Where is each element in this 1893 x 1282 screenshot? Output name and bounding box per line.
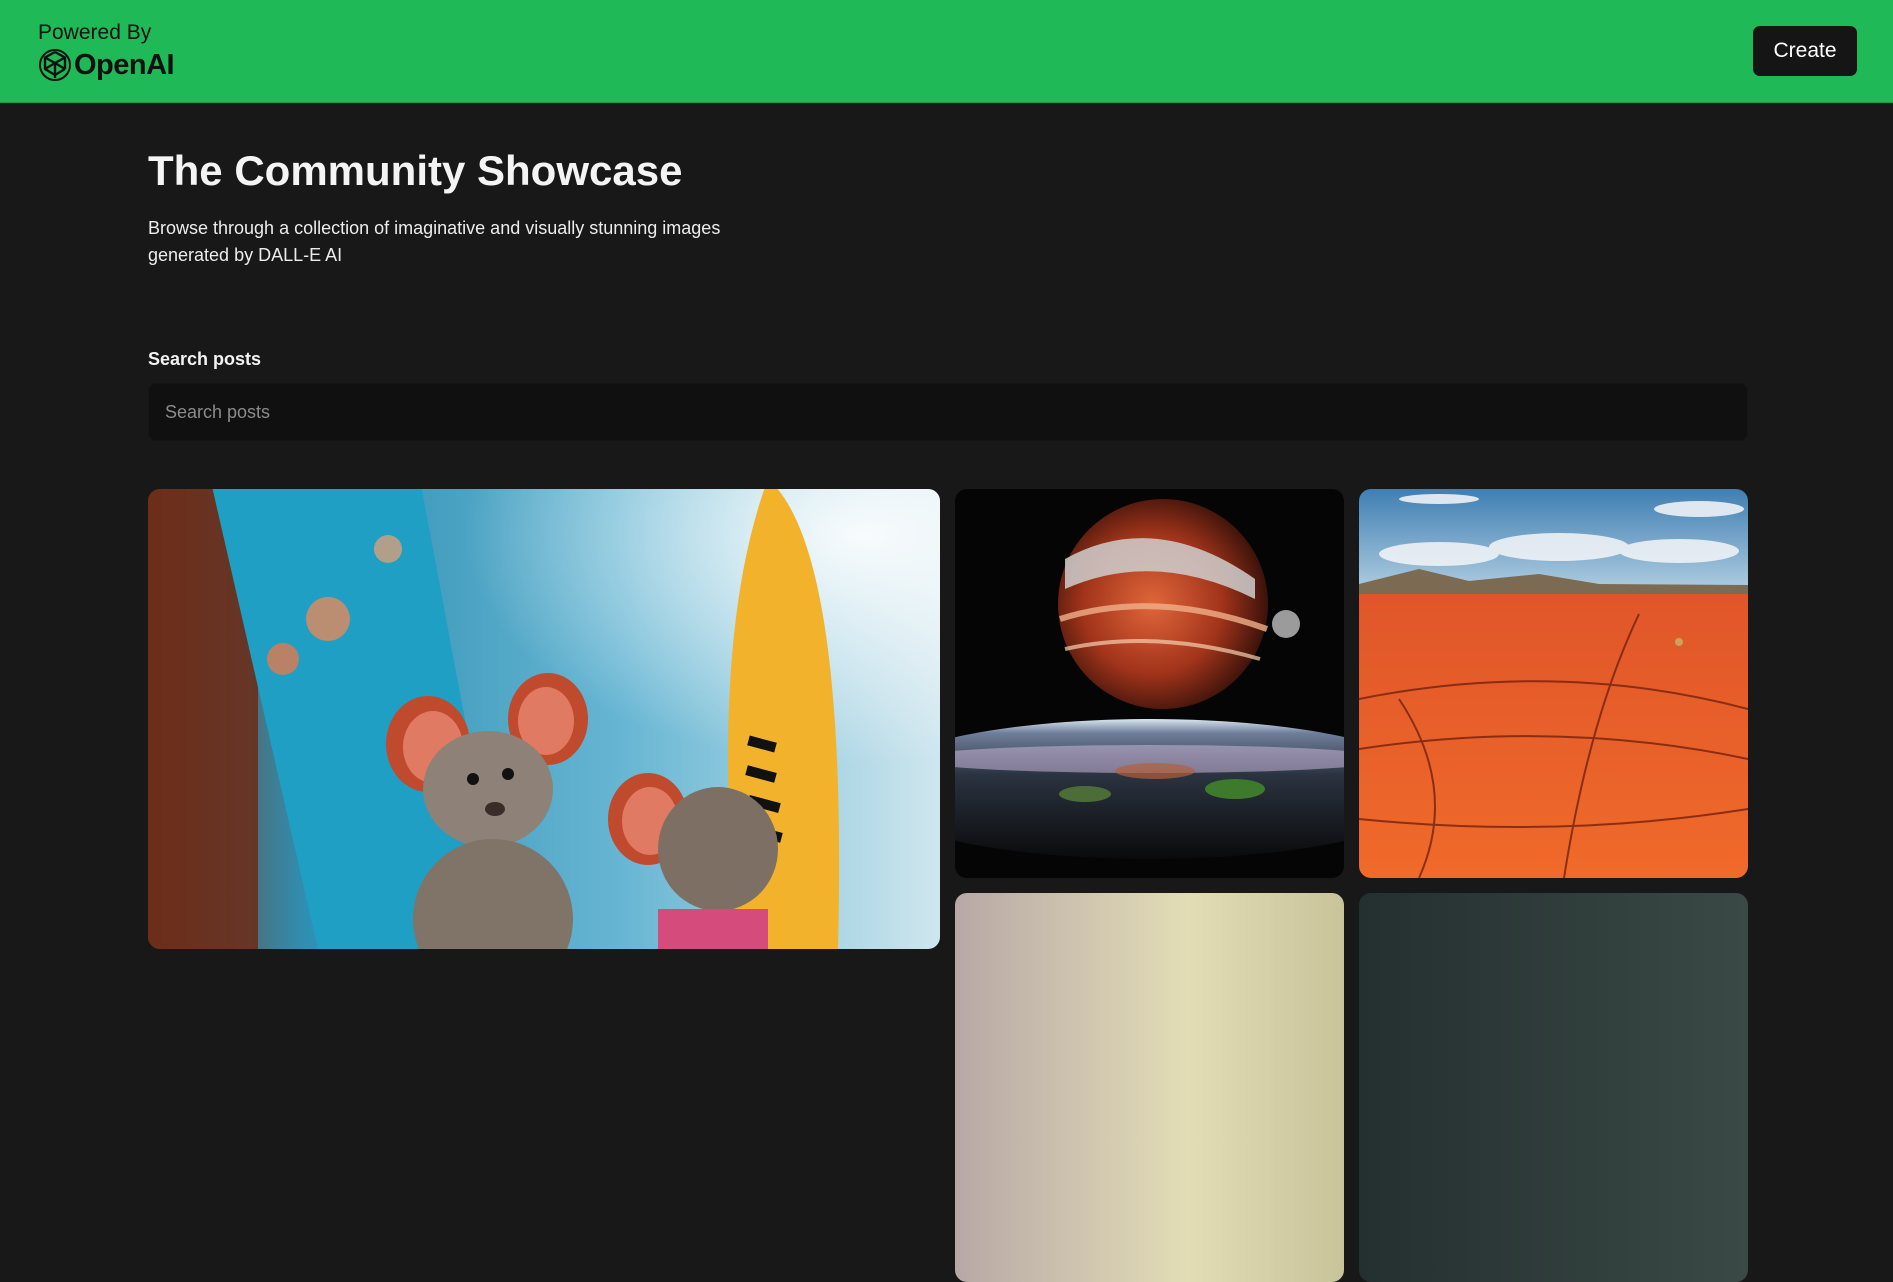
gallery-card-mice-surfboards[interactable] [148,489,940,949]
page-title: The Community Showcase [148,147,683,194]
mice-with-surfboards-image [148,489,940,949]
top-navbar: Powered By OpenAI Create [0,0,1893,103]
red-desert-landscape-image [1359,489,1748,878]
planet-over-earth-image [955,489,1344,878]
brand-row: OpenAI [38,48,175,82]
dark-scene-image [1359,893,1748,1282]
openai-logo-link[interactable]: Powered By OpenAI [38,20,175,82]
brand-name: OpenAI [74,48,175,81]
search-input[interactable] [148,383,1748,441]
openai-logo-icon [39,49,71,81]
gallery-card-hazy[interactable] [955,893,1344,1282]
gallery-card-planet[interactable] [955,489,1344,878]
gallery-card-dark[interactable] [1359,893,1748,1282]
gallery-card-desert[interactable] [1359,489,1748,878]
powered-by-label: Powered By [38,21,152,44]
page-subtitle: Browse through a collection of imaginati… [148,218,721,265]
hazy-sky-image [955,893,1344,1282]
search-label: Search posts [148,349,262,369]
create-button[interactable]: Create [1753,26,1857,76]
